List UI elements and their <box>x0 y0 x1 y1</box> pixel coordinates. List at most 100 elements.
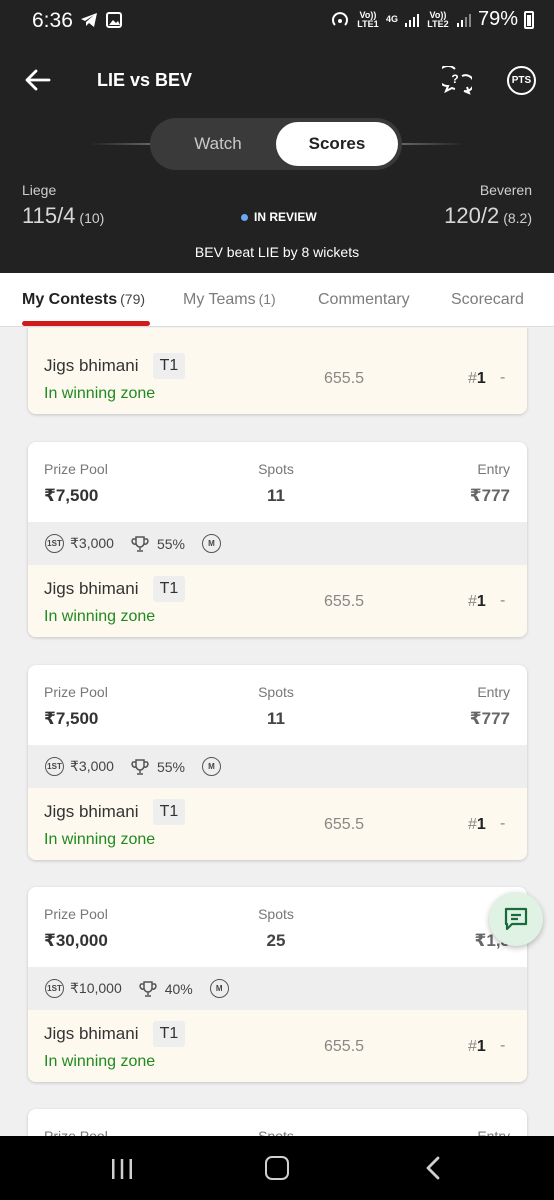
team-badge: T1 <box>153 1021 185 1047</box>
watch-tab[interactable]: Watch <box>154 122 282 166</box>
rank-prefix: # <box>468 370 477 387</box>
contest-card[interactable]: Prize Pool Spots Entry <box>28 1109 527 1136</box>
first-prize-value: ₹10,000 <box>70 980 122 996</box>
trophy-icon <box>131 535 149 552</box>
help-chat-icon[interactable]: ? <box>442 66 472 96</box>
nav-recent-icon[interactable] <box>110 1158 134 1180</box>
contest-summary: Prize Pool ₹7,500 Spots 11 Entry ₹777 <box>28 665 527 745</box>
spots-value: 25 <box>266 931 286 950</box>
team-rank: #1 <box>468 1038 486 1056</box>
trophy-icon <box>131 758 149 775</box>
svg-text:?: ? <box>451 72 458 86</box>
first-prize-value: ₹3,000 <box>70 535 114 551</box>
contest-info-row: 1ST ₹3,000 55% M <box>28 522 527 565</box>
trophy-icon <box>139 980 157 997</box>
tab-my-contests[interactable]: My Contests (79) <box>22 291 145 309</box>
first-prize-icon: 1ST <box>45 757 64 776</box>
contest-card[interactable]: Prize Pool ₹7,500 Spots 11 Entry ₹777 1S… <box>28 665 527 860</box>
gallery-icon <box>106 12 122 28</box>
status-dot <box>241 213 248 221</box>
win-percent: 55% <box>156 758 185 775</box>
rank-prefix: # <box>468 593 477 610</box>
contest-list: Jigs bhimani T1 In winning zone 655.5 #1… <box>0 328 554 1136</box>
team-points: 655.5 <box>324 816 365 833</box>
contest-card[interactable]: Jigs bhimani T1 In winning zone 655.5 #1… <box>28 328 527 414</box>
tab-commentary[interactable]: Commentary <box>318 291 410 309</box>
spots-label: Spots <box>258 906 294 922</box>
entry-value: ₹777 <box>469 486 510 505</box>
rank-change: - <box>500 592 506 609</box>
contest-info-row: 1ST ₹3,000 55% M <box>28 745 527 788</box>
back-arrow-icon[interactable] <box>24 66 52 94</box>
network-1: Vo)) LTE1 <box>357 9 379 29</box>
team-rank: #1 <box>468 370 486 388</box>
chat-button[interactable] <box>489 892 543 946</box>
team-points: 655.5 <box>324 593 365 610</box>
win-percent: 40% <box>164 980 193 997</box>
signal-icon <box>404 13 419 27</box>
team-rank: #1 <box>468 593 486 611</box>
match-title: LIE vs BEV <box>97 70 193 90</box>
team-name: Jigs bhimani <box>44 1024 139 1043</box>
active-tab-indicator <box>22 321 150 326</box>
contest-summary: Prize Pool ₹30,000 Spots 25 E ₹1,3 <box>28 887 527 967</box>
contest-card[interactable]: Prize Pool ₹7,500 Spots 11 Entry ₹777 1S… <box>28 442 527 637</box>
first-prize-icon: 1ST <box>45 979 64 998</box>
winning-zone-text: In winning zone <box>44 1053 156 1070</box>
nav-back-icon[interactable] <box>424 1156 442 1180</box>
hotspot-icon <box>332 11 348 26</box>
team-row[interactable]: Jigs bhimani T1 In winning zone 655.5 #1… <box>28 788 527 860</box>
win-percent: 55% <box>156 535 185 552</box>
watch-scores-toggle: Watch Scores <box>150 118 402 170</box>
team-rank: #1 <box>468 816 486 834</box>
scores-tab[interactable]: Scores <box>276 122 398 166</box>
contest-info-row: 1ST ₹10,000 40% M <box>28 967 527 1010</box>
first-prize-value: ₹3,000 <box>70 758 114 774</box>
nav-home-icon[interactable] <box>265 1156 289 1180</box>
segment-divider-right <box>402 143 464 145</box>
rank-value: 1 <box>476 370 486 387</box>
team-badge: T1 <box>153 799 185 825</box>
team-name: Jigs bhimani <box>44 356 139 375</box>
battery-icon <box>524 10 534 29</box>
team-points: 655.5 <box>324 1038 365 1055</box>
status-bar: 6:36 Vo)) LTE1 4G Vo)) LTE2 79% <box>0 0 554 40</box>
team-right-name: Beveren <box>479 182 532 198</box>
tab-bar: My Contests (79) My Teams (1) Commentary S… <box>0 273 554 327</box>
tab-label: Commentary <box>318 291 410 308</box>
contest-card[interactable]: Prize Pool ₹30,000 Spots 25 E ₹1,3 1ST ₹… <box>28 887 527 1082</box>
pts-icon[interactable]: PTS <box>507 66 536 95</box>
match-result: BEV beat LIE by 8 wickets <box>194 244 360 260</box>
tab-my-teams[interactable]: My Teams (1) <box>183 291 276 309</box>
match-status: IN REVIEW <box>241 210 317 224</box>
team-points: 655.5 <box>324 370 365 387</box>
team-left-score: 115/4 (10) <box>22 203 104 229</box>
match-header: 6:36 Vo)) LTE1 4G Vo)) LTE2 79% LIE vs B… <box>0 0 554 273</box>
winning-zone-text: In winning zone <box>44 608 156 625</box>
chat-icon <box>504 907 528 931</box>
team-right-runs: 120/2 <box>444 203 500 228</box>
entry-label: Entry <box>477 684 510 700</box>
winning-zone-text: In winning zone <box>44 385 156 402</box>
team-left-overs: (10) <box>79 210 105 226</box>
tab-label: My Contests <box>22 291 118 308</box>
contest-summary: Prize Pool Spots Entry <box>28 1109 527 1136</box>
battery-percent: 79% <box>477 8 518 30</box>
network-2: 4G <box>385 14 398 24</box>
team-row[interactable]: Jigs bhimani T1 In winning zone 655.5 #1… <box>28 1010 527 1082</box>
signal-icon-2 <box>456 13 471 27</box>
system-nav-bar <box>0 1136 554 1200</box>
spots-label: Spots <box>258 684 294 700</box>
tab-count: (79) <box>120 291 146 307</box>
rank-change: - <box>500 1037 506 1054</box>
team-row[interactable]: Jigs bhimani T1 In winning zone 655.5 #1… <box>28 565 527 637</box>
m-badge-icon: M <box>201 757 221 776</box>
status-time: 6:36 <box>32 9 73 32</box>
team-row[interactable]: Jigs bhimani T1 In winning zone 655.5 #1… <box>28 328 527 414</box>
team-badge: T1 <box>153 576 185 602</box>
m-badge-icon: M <box>201 534 221 553</box>
tab-scorecard[interactable]: Scorecard <box>451 291 524 309</box>
tab-label: Scorecard <box>451 291 524 308</box>
team-right-overs: (8.2) <box>503 210 532 226</box>
entry-value: ₹777 <box>469 709 510 728</box>
